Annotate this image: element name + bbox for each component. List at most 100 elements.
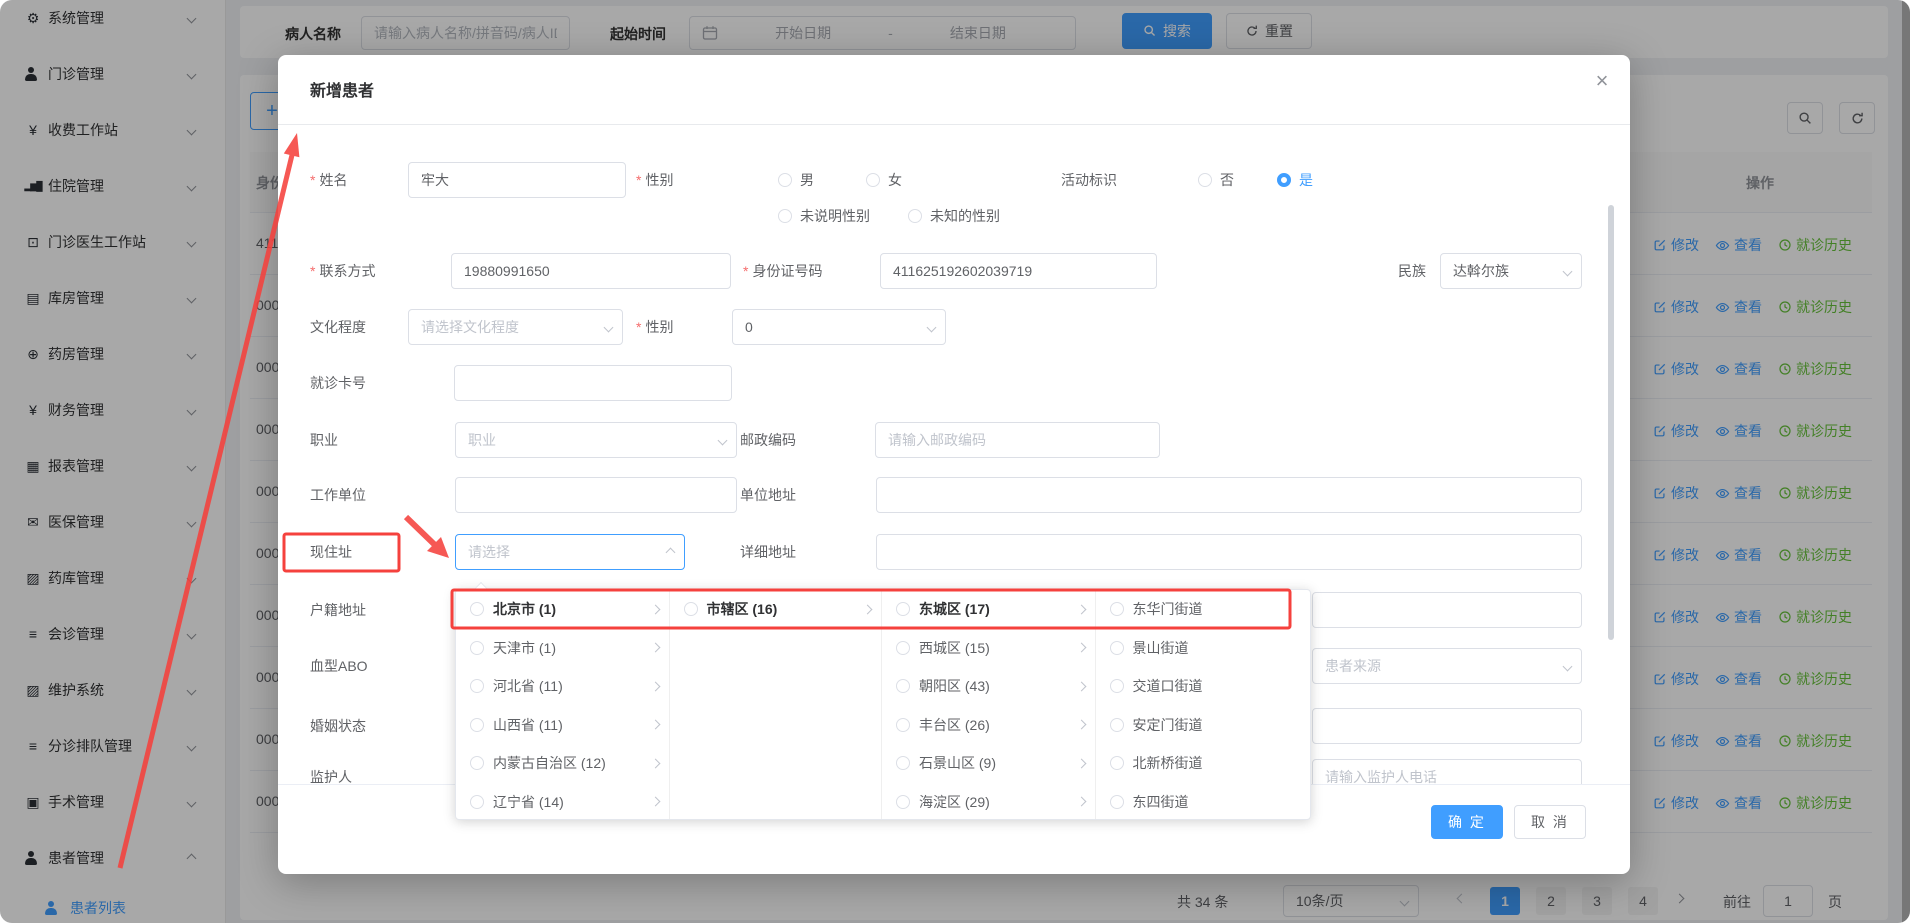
cascader-option[interactable]: 海淀区 (29) — [882, 783, 1095, 822]
cascader-option-label: 山西省 (11) — [493, 715, 652, 735]
radio-icon — [1110, 795, 1124, 809]
cascader-option-label: 市辖区 (16) — [707, 599, 865, 619]
radio-icon — [684, 602, 698, 616]
guardian-label: 监护人 — [310, 767, 352, 785]
radio-icon — [1110, 641, 1124, 655]
cascader-option[interactable]: 北京市 (1) — [456, 590, 669, 629]
chevron-right-icon — [863, 604, 873, 614]
ethnicity-value: 达斡尔族 — [1453, 261, 1509, 281]
marital-label: 婚姻状态 — [310, 716, 366, 736]
cascader-option-label: 朝阳区 (43) — [919, 676, 1078, 696]
cascader-column: 市辖区 (16) — [670, 590, 883, 819]
cascader-option[interactable]: 市辖区 (16) — [670, 590, 882, 629]
name-input[interactable] — [408, 162, 626, 198]
id-number-label: 身份证号码 — [743, 261, 822, 281]
work-unit-label: 工作单位 — [310, 485, 366, 505]
radio-icon — [1110, 718, 1124, 732]
current-address-placeholder: 请选择 — [468, 542, 510, 562]
cascader-option[interactable]: 东四街道 — [1096, 783, 1311, 822]
detail-address-input[interactable] — [876, 534, 1582, 570]
cascader-option[interactable]: 山西省 (11) — [456, 706, 669, 745]
cascader-option-label: 北京市 (1) — [493, 599, 652, 619]
modal-scrollbar[interactable] — [1608, 205, 1614, 640]
radio-icon — [470, 641, 484, 655]
ethnicity-select[interactable]: 达斡尔族 — [1440, 253, 1582, 289]
chevron-right-icon — [1076, 758, 1086, 768]
education-label: 文化程度 — [310, 317, 366, 337]
cascader-option[interactable]: 交道口街道 — [1096, 667, 1311, 706]
radio-icon — [1110, 756, 1124, 770]
occupation-label: 职业 — [310, 430, 338, 450]
cascader-option-label: 北新桥街道 — [1133, 753, 1294, 773]
chevron-right-icon — [1076, 643, 1086, 653]
postcode-input[interactable] — [875, 422, 1160, 458]
occupation-placeholder: 职业 — [468, 430, 496, 450]
cascader-option[interactable]: 朝阳区 (43) — [882, 667, 1095, 706]
cascader-option[interactable]: 景山街道 — [1096, 629, 1311, 668]
radio-icon — [778, 209, 792, 223]
radio-icon — [1110, 679, 1124, 693]
radio-active-yes[interactable]: 是 — [1277, 169, 1313, 191]
radio-icon — [470, 756, 484, 770]
radio-icon — [896, 602, 910, 616]
cascader-option[interactable]: 东华门街道 — [1096, 590, 1311, 629]
radio-icon — [908, 209, 922, 223]
card-no-input[interactable] — [454, 365, 732, 401]
cascader-option[interactable]: 安定门街道 — [1096, 706, 1311, 745]
cascader-option[interactable]: 西城区 (15) — [882, 629, 1095, 668]
patient-source-select[interactable]: 患者来源 — [1312, 648, 1582, 684]
cascader-option-label: 天津市 (1) — [493, 638, 652, 658]
radio-icon — [470, 718, 484, 732]
chevron-down-icon — [1563, 266, 1573, 276]
chevron-right-icon — [650, 643, 660, 653]
cascader-column: 北京市 (1) 天津市 (1) 河北省 (11) 山西省 (11) 内蒙古自治区… — [456, 590, 670, 819]
ethnicity-label: 民族 — [1398, 261, 1426, 281]
work-unit-input[interactable] — [455, 477, 737, 513]
contact-label: 联系方式 — [310, 261, 375, 281]
radio-gender-female[interactable]: 女 — [866, 169, 902, 191]
marital-input[interactable] — [1312, 708, 1582, 744]
unit-address-input[interactable] — [876, 477, 1582, 513]
patient-source-placeholder: 患者来源 — [1325, 656, 1381, 676]
gender-code-select[interactable]: 0 — [732, 309, 946, 345]
cascader-option-label: 交道口街道 — [1133, 676, 1294, 696]
unit-address-label: 单位地址 — [740, 485, 796, 505]
cascader-option[interactable]: 东城区 (17) — [882, 590, 1095, 629]
cascader-option-label: 丰台区 (26) — [919, 715, 1078, 735]
cascader-option-label: 东城区 (17) — [919, 599, 1078, 619]
id-number-input[interactable] — [880, 253, 1157, 289]
cascader-option-label: 东华门街道 — [1133, 599, 1294, 619]
cascader-option[interactable]: 天津市 (1) — [456, 629, 669, 668]
radio-icon — [470, 795, 484, 809]
cascader-option[interactable]: 北新桥街道 — [1096, 744, 1311, 783]
cascader-option[interactable]: 河北省 (11) — [456, 667, 669, 706]
confirm-label: 确 定 — [1448, 812, 1486, 832]
cascader-option[interactable]: 丰台区 (26) — [882, 706, 1095, 745]
guardian-phone-input[interactable] — [1312, 759, 1582, 785]
chevron-right-icon — [1076, 720, 1086, 730]
postcode-label: 邮政编码 — [740, 430, 796, 450]
radio-gender-unstated[interactable]: 未说明性别 — [778, 205, 870, 227]
registered-address-input[interactable] — [1312, 592, 1582, 628]
cancel-button[interactable]: 取 消 — [1514, 805, 1586, 839]
address-cascader-panel: 北京市 (1) 天津市 (1) 河北省 (11) 山西省 (11) 内蒙古自治区… — [455, 589, 1311, 820]
current-address-cascader-select[interactable]: 请选择 — [455, 534, 685, 570]
education-placeholder: 请选择文化程度 — [421, 317, 519, 337]
cascader-option[interactable]: 内蒙古自治区 (12) — [456, 744, 669, 783]
card-no-label: 就诊卡号 — [310, 373, 366, 393]
chevron-right-icon — [650, 681, 660, 691]
cancel-label: 取 消 — [1531, 812, 1569, 832]
chevron-right-icon — [1076, 604, 1086, 614]
radio-gender-unknown[interactable]: 未知的性别 — [908, 205, 1000, 227]
contact-input[interactable] — [451, 253, 731, 289]
cascader-option[interactable]: 石景山区 (9) — [882, 744, 1095, 783]
occupation-select[interactable]: 职业 — [455, 422, 737, 458]
chevron-right-icon — [650, 604, 660, 614]
cascader-option-label: 海淀区 (29) — [919, 792, 1078, 812]
cascader-option[interactable]: 辽宁省 (14) — [456, 783, 669, 822]
radio-gender-male[interactable]: 男 — [778, 169, 814, 191]
education-select[interactable]: 请选择文化程度 — [408, 309, 623, 345]
confirm-button[interactable]: 确 定 — [1431, 805, 1503, 839]
radio-icon — [896, 756, 910, 770]
radio-active-no[interactable]: 否 — [1198, 169, 1234, 191]
